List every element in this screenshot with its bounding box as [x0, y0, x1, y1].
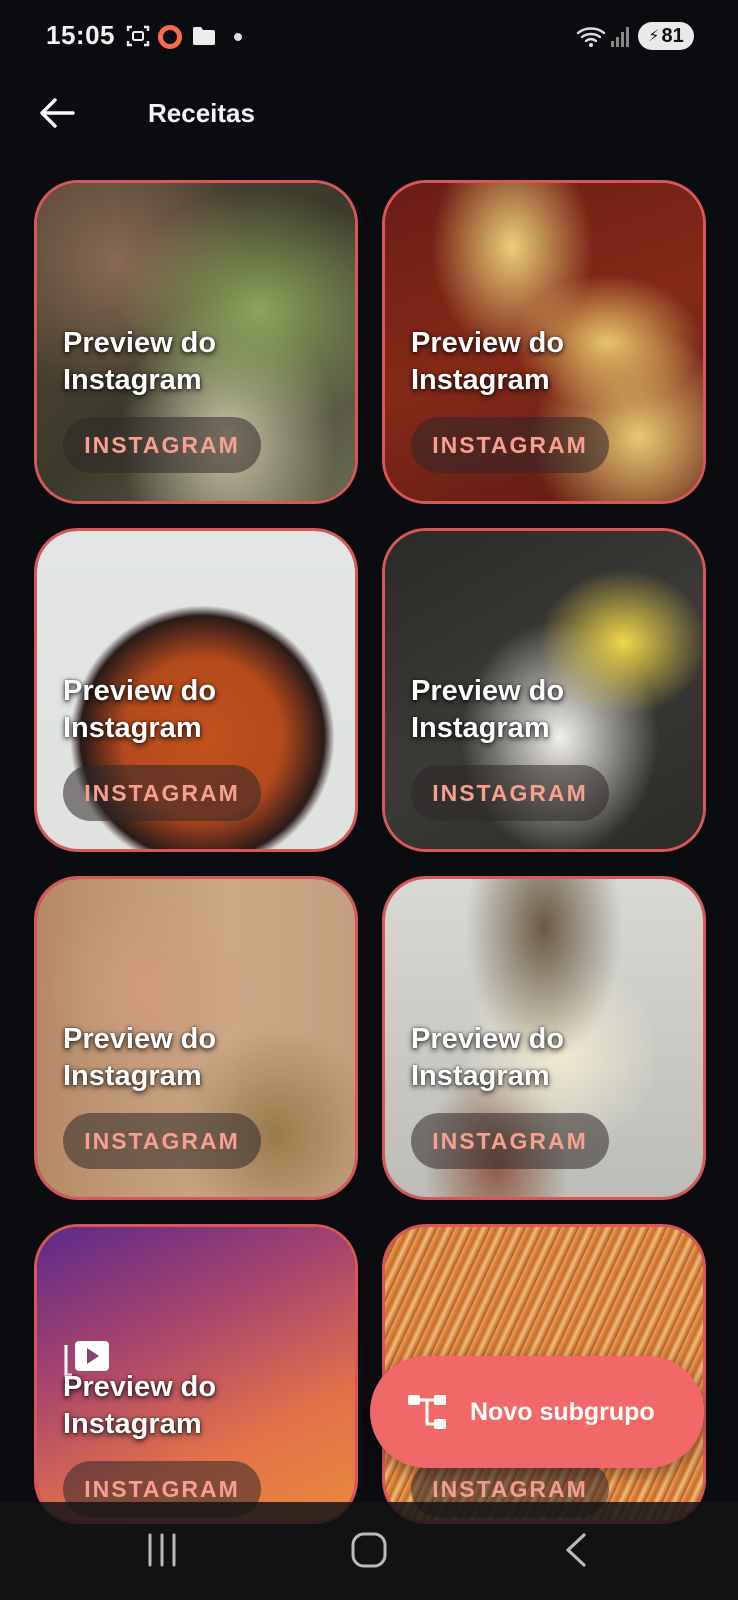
system-nav-bar: [0, 1502, 738, 1600]
record-icon: [158, 25, 182, 49]
system-back-button[interactable]: [552, 1526, 600, 1574]
instagram-badge: INSTAGRAM: [63, 1113, 261, 1169]
charging-bolt-icon: ⚡: [648, 28, 660, 45]
recents-button[interactable]: [138, 1526, 186, 1574]
new-subgroup-label: Novo subgrupo: [470, 1397, 655, 1426]
recipe-card[interactable]: Preview do Instagram INSTAGRAM: [34, 528, 358, 852]
folder-icon: [193, 27, 215, 45]
home-button[interactable]: [344, 1526, 394, 1574]
card-caption: Preview do Instagram: [63, 675, 217, 744]
recipe-card[interactable]: Preview do Instagram INSTAGRAM: [382, 876, 706, 1200]
recipe-card[interactable]: Preview do Instagram INSTAGRAM: [382, 528, 706, 852]
wifi-icon: [576, 27, 606, 47]
page-title: Receitas: [148, 98, 255, 128]
card-caption: Preview do Instagram: [411, 1023, 565, 1092]
battery-level: 81: [661, 24, 684, 47]
signal-icon: [611, 27, 629, 47]
instagram-badge: INSTAGRAM: [63, 417, 261, 473]
subgroup-tree-icon: [408, 1395, 446, 1429]
card-caption: Preview do Instagram: [411, 327, 565, 396]
card-caption: Preview do Instagram: [63, 327, 217, 396]
recipe-card[interactable]: Preview do Instagram INSTAGRAM: [34, 180, 358, 504]
instagram-badge: INSTAGRAM: [411, 765, 609, 821]
screenshot-icon: [126, 25, 150, 47]
card-caption: Preview do Instagram: [411, 675, 565, 744]
home-icon: [351, 1532, 387, 1568]
card-caption: Preview do Instagram: [63, 1371, 217, 1440]
new-subgroup-button[interactable]: Novo subgrupo: [370, 1356, 704, 1468]
app-bar: Receitas: [0, 72, 738, 154]
recents-icon: [148, 1533, 176, 1567]
notification-dot-icon: [234, 33, 242, 41]
arrow-left-icon: [40, 98, 75, 128]
recipe-card[interactable]: Preview do Instagram INSTAGRAM: [34, 876, 358, 1200]
instagram-badge: INSTAGRAM: [63, 765, 261, 821]
instagram-badge: INSTAGRAM: [411, 417, 609, 473]
battery-indicator: ⚡ 81: [638, 22, 694, 50]
status-bar: 15:05 ⚡ 81: [0, 0, 738, 72]
recipe-card[interactable]: Preview do Instagram INSTAGRAM: [34, 1224, 358, 1524]
back-button[interactable]: [34, 90, 80, 136]
status-time: 15:05: [46, 20, 115, 50]
card-caption: Preview do Instagram: [63, 1023, 217, 1092]
recipe-card[interactable]: Preview do Instagram INSTAGRAM: [382, 180, 706, 504]
chevron-left-icon: [566, 1533, 586, 1567]
instagram-badge: INSTAGRAM: [411, 1113, 609, 1169]
